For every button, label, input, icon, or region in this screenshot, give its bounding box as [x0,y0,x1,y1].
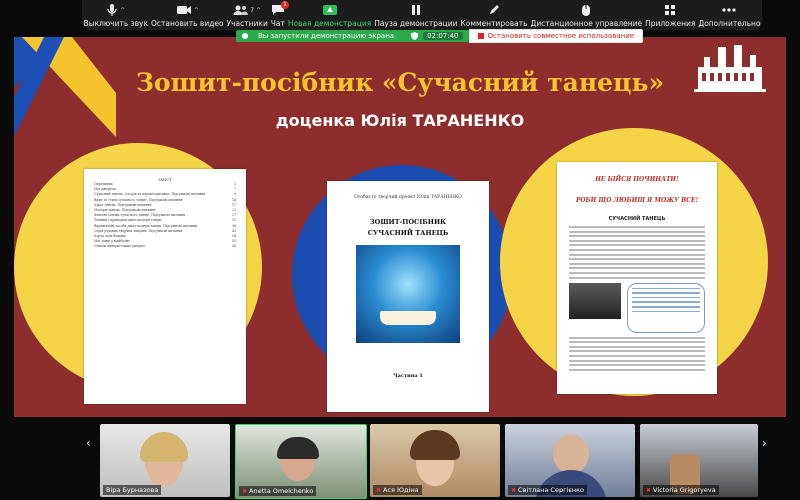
annotate-button[interactable]: Комментировать [460,0,528,28]
sharing-dot-icon [242,33,248,39]
cover-author: Особисто творчий проект Юлія ТАРАНЕНКО [354,195,462,200]
share-status: Вы запустили демонстрацию экрана [236,30,409,42]
apps-icon [664,3,676,17]
scroll-right-icon[interactable]: › [762,436,767,450]
apps-button[interactable]: Приложения [645,0,695,28]
participant-name-tag: Віра Бурназова [103,485,162,495]
more-label: Дополнительно [698,19,761,28]
chat-label: Чат [270,19,285,28]
content-paragraph [569,226,705,279]
content-section-title: СУЧАСНИЙ ТАНЕЦЬ [608,216,666,222]
participant-name-tag: ✖ Ася Юдіна [373,485,422,495]
participant-name: Віра Бурназова [106,486,159,494]
muted-mic-icon: ✖ [242,487,248,495]
camera-icon: ^ [176,3,199,17]
toc-page: ЗМІСТ Передмова 3 Мої джерела 7 Сучасний тан… [84,169,246,404]
participants-button[interactable]: 7 ^ Участники [227,0,268,28]
participant-tile[interactable]: ✖ Ася Юдіна [370,424,500,497]
toc-entry-title: Список використаних джерел [94,244,145,249]
participant-name-tag: ✖ Victoria Grigoryeva [643,485,719,495]
mute-button[interactable]: ^ Выключить звук [83,0,148,28]
new-share-label: Новая демонстрация [287,19,372,28]
participant-name: Anetta Omelchenko [249,487,314,495]
share-status-bar: Вы запустили демонстрацию экрана 02:07:4… [236,29,644,43]
more-button[interactable]: Дополнительно [698,0,761,28]
cover-page: Особисто творчий проект Юлія ТАРАНЕНКО З… [327,181,489,412]
content-page: НЕ БІЙСЯ ПОЧИНАТИ! РОБИ ЩО ЛЮБИШ Я МОЖУ … [557,162,717,394]
content-media-row [569,282,705,333]
remote-control-button[interactable]: Дистанционное управление [530,0,643,28]
mute-label: Выключить звук [83,19,149,28]
open-book-illustration [380,311,436,325]
stop-video-button[interactable]: ^ Остановить видео [151,0,224,28]
chat-icon: 1 [271,1,289,17]
participant-name: Victoria Grigoryeva [653,486,716,494]
muted-mic-icon: ✖ [646,486,652,494]
share-screen-icon [322,3,337,17]
remote-control-icon [581,3,591,17]
cover-title-line1: ЗОШИТ-ПОСІБНИК [369,218,447,226]
new-share-button[interactable]: Новая демонстрация [288,0,371,28]
pause-icon [410,3,422,17]
stop-share-button[interactable]: Остановить совместное использование [468,29,644,43]
participant-hair [410,430,460,460]
share-timer: 02:07:40 [421,30,469,42]
participant-hair [140,432,188,462]
participant-tile-active[interactable]: ✖ Anetta Omelchenko [235,424,367,499]
participant-video [553,434,589,474]
share-status-text: Вы запустили демонстрацию экрана [258,32,395,40]
stop-video-label: Остановить видео [150,19,224,28]
slide-title: Зошит-посібник «Сучасний танець» [135,68,665,97]
chat-badge: 1 [280,1,289,9]
toc-entry: Список використаних джерел 56 [84,244,246,249]
slide-subtitle: доценка Юлія ТАРАНЕНКО [275,111,525,130]
cover-illustration [356,245,460,343]
remote-control-label: Дистанционное управление [530,19,643,28]
annotate-icon [488,3,500,17]
participant-tile[interactable]: ✖ Світлана Сергієнко [505,424,635,497]
toc-list: Передмова 3 Мої джерела 7 Сучасний танець: і… [84,182,246,250]
stop-share-label: Остановить совместное использование [487,32,635,40]
pause-share-button[interactable]: Пауза демонстрации [374,0,457,28]
content-heading-1: НЕ БІЙСЯ ПОЧИНАТИ! [595,176,679,183]
share-timer-text: 02:07:40 [423,32,463,40]
toc-entry-page: 56 [231,244,236,249]
participants-count: 7 [250,6,255,14]
cover-title-line2: СУЧАСНИЙ ТАНЕЦЬ [367,229,449,237]
participants-icon: 7 ^ [233,3,261,17]
more-icon [722,3,737,17]
chat-button[interactable]: 1 Чат [270,0,289,28]
content-paragraph-2 [569,336,705,371]
microphone-icon: ^ [106,3,125,17]
scroll-left-icon[interactable]: ‹ [86,436,91,450]
participants-label: Участники [226,19,268,28]
muted-mic-icon: ✖ [511,486,517,494]
muted-mic-icon: ✖ [376,486,382,494]
participant-tile[interactable]: Віра Бурназова [100,424,230,497]
shield-icon [408,30,422,42]
quote-box [627,282,705,333]
annotate-label: Комментировать [460,19,528,28]
participant-name: Ася Юдіна [383,486,419,494]
cover-part: Частина 1 [393,373,423,379]
stop-icon [477,33,484,39]
pause-share-label: Пауза демонстрации [374,19,458,28]
participant-name-tag: ✖ Світлана Сергієнко [508,485,588,495]
apps-label: Приложения [645,19,696,28]
dancers-photo [569,282,621,319]
participant-name-tag: ✖ Anetta Omelchenko [239,486,317,496]
participant-hair [277,437,319,459]
content-heading-2: РОБИ ЩО ЛЮБИШ Я МОЖУ ВСЕ! [575,197,699,204]
participant-name: Світлана Сергієнко [518,486,585,494]
meeting-toolbar: ^ Выключить звук ^ Остановить видео 7 ^ У… [82,0,762,30]
participant-tile[interactable]: ✖ Victoria Grigoryeva [640,424,758,497]
shared-slide: Зошит-посібник «Сучасний танець» доценка… [14,37,786,417]
